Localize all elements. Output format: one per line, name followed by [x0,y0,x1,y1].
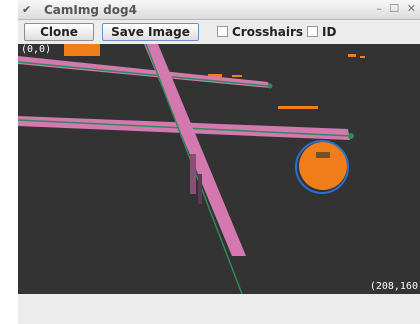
orange-blob-top-left [64,44,100,56]
id-checkbox[interactable]: ID [307,25,336,39]
origin-coordinate-label: (0,0) [21,44,52,55]
green-endpoint [348,133,354,139]
orange-speck [278,106,318,109]
crosshairs-checkbox[interactable]: Crosshairs [217,25,303,39]
orange-speck [360,56,365,58]
id-label: ID [322,25,337,39]
window-menu-icon[interactable]: ✔ [22,3,31,16]
orange-speck [348,54,356,57]
title-bar[interactable]: ✔ CamImg dog4 – ☐ ✕ [18,0,420,20]
desktop-background [0,0,18,324]
green-endpoint [267,83,273,89]
green-line-top [18,61,269,87]
toolbar: Clone Save Image Crosshairs ID [18,20,420,44]
orange-speck [232,75,242,77]
camimg-window: ✔ CamImg dog4 – ☐ ✕ Clone Save Image Cro… [18,0,420,324]
crosshairs-label: Crosshairs [232,25,304,39]
id-checkbox-box[interactable] [307,26,318,37]
crosshairs-checkbox-box[interactable] [217,26,228,37]
ball-shadow [316,152,330,158]
size-coordinate-label: (208,160) [369,281,420,292]
clone-button[interactable]: Clone [24,23,94,41]
window-title: CamImg dog4 [44,3,137,17]
speckle-region [198,174,202,204]
camera-image-canvas[interactable]: (0,0) (208,160) [18,44,420,294]
speckle-region [190,154,196,194]
window-controls[interactable]: – ☐ ✕ [376,2,418,15]
segmentation-image [18,44,365,294]
save-image-button[interactable]: Save Image [102,23,199,41]
